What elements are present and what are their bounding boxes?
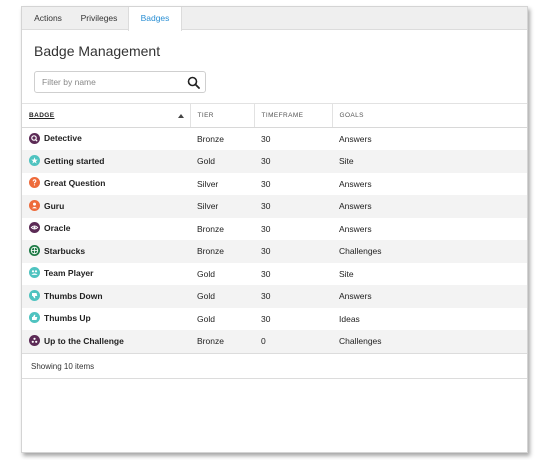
badge-cell[interactable]: Oracle [22,218,190,241]
table-row[interactable]: Oracle Bronze 30 Answers [22,218,527,241]
tier-cell: Gold [190,285,254,308]
timeframe-cell: 30 [261,134,271,144]
table-row[interactable]: Getting started Gold 30 Site [22,150,527,173]
column-header-label: GOALS [339,112,364,119]
badge-name: Thumbs Down [44,290,103,301]
magnifier-icon [29,132,40,144]
tier-cell: Gold [190,150,254,173]
goals-cell: Answers [339,134,372,144]
timeframe-cell: 30 [261,178,271,189]
badge-name: Team Player [44,268,94,279]
column-header-goals[interactable]: GOALS [332,103,527,128]
tier-cell: Silver [190,195,254,218]
table-row[interactable]: Great Question Silver 30 Answers [22,173,527,196]
starbucks-icon [29,244,40,256]
tab-privileges[interactable]: Privileges [74,7,124,30]
table-row[interactable]: Guru Silver 30 Answers [22,195,527,218]
table-row[interactable]: Detective Bronze 30 Answers [22,128,527,151]
timeframe-cell: 30 [254,240,332,263]
column-header-label: TIER [197,112,214,119]
tier-cell: Bronze [190,330,254,353]
thumbs-down-icon [29,289,40,301]
timeframe-cell: 30 [254,285,332,308]
tier-cell: Bronze [197,223,224,234]
table-row[interactable]: Thumbs Down Gold 30 Answers [22,285,527,308]
badge-name: Oracle [44,223,71,234]
badge-cell[interactable]: Up to the Challenge [22,330,190,353]
goals-cell: Answers [332,195,527,218]
badge-name: Starbucks [44,245,86,256]
sort-ascending-icon [177,114,184,118]
goals-cell: Answers [339,178,372,189]
person-icon [29,199,40,211]
thumbs-up-icon [29,312,40,324]
badge-name: Getting started [44,155,105,166]
tier-cell: Bronze [197,134,224,144]
badge-cell[interactable]: Starbucks [22,240,190,263]
badge-cell[interactable]: Team Player [22,263,190,286]
tab-bar: Actions Privileges Badges [22,7,527,31]
timeframe-cell: 30 [261,223,271,234]
table-row[interactable]: Starbucks Bronze 30 Challenges [22,240,527,263]
tier-cell: Silver [197,178,219,189]
badge-name: Up to the Challenge [44,335,124,346]
badges-table: BADGE TIER TIMEFRAME GOALS Detective Bron… [22,103,527,353]
column-header-timeframe[interactable]: TIMEFRAME [254,103,333,128]
filter-input[interactable] [35,72,185,92]
badge-cell[interactable]: Thumbs Down [22,285,190,308]
badge-name: Great Question [44,178,106,189]
badge-name: Detective [44,133,82,144]
badge-management-panel: Actions Privileges Badges Badge Manageme… [21,6,528,453]
table-row[interactable]: Up to the Challenge Bronze 0 Challenges [22,330,527,353]
trophy-icon [29,334,40,346]
badge-cell[interactable]: Great Question [22,173,190,196]
badge-name: Guru [44,200,65,211]
page-title: Badge Management [34,43,161,59]
team-icon [29,267,40,279]
column-header-label: BADGE [29,112,55,119]
table-row[interactable]: Thumbs Up Gold 30 Ideas [22,308,527,331]
goals-cell: Answers [332,285,527,308]
goals-cell: Challenges [332,330,527,353]
badge-cell[interactable]: Getting started [22,150,190,173]
search-icon[interactable] [187,76,200,89]
timeframe-cell: 0 [254,330,332,353]
question-icon [29,177,40,189]
table-footer: Showing 10 items [22,353,527,379]
timeframe-cell: 30 [261,268,271,279]
column-header-badge[interactable]: BADGE [22,103,191,128]
tier-cell: Gold [197,268,215,279]
column-header-label: TIMEFRAME [261,112,304,119]
goals-cell: Site [339,268,354,279]
goals-cell: Ideas [339,313,360,324]
star-icon [29,154,40,166]
timeframe-cell: 30 [254,150,332,173]
timeframe-cell: 30 [261,313,271,324]
tier-cell: Gold [197,313,215,324]
table-row[interactable]: Team Player Gold 30 Site [22,263,527,286]
badge-cell[interactable]: Thumbs Up [22,308,190,331]
eye-icon [29,222,40,234]
table-header-row: BADGE TIER TIMEFRAME GOALS [22,103,527,128]
tab-badges[interactable]: Badges [128,7,182,31]
item-count: Showing 10 items [31,362,95,371]
badge-cell[interactable]: Detective [22,128,190,151]
badge-name: Thumbs Up [44,313,91,324]
goals-cell: Answers [339,223,372,234]
column-header-tier[interactable]: TIER [190,103,255,128]
tier-cell: Bronze [190,240,254,263]
goals-cell: Site [332,150,527,173]
filter-box [34,71,206,93]
tab-actions[interactable]: Actions [26,7,70,30]
timeframe-cell: 30 [254,195,332,218]
badge-cell[interactable]: Guru [22,195,190,218]
goals-cell: Challenges [332,240,527,263]
